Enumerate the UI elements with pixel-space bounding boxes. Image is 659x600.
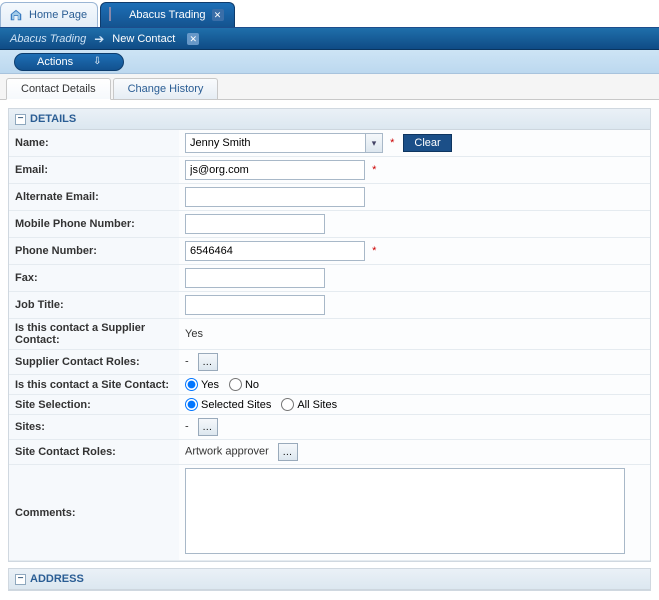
sub-tab-bar: Contact Details Change History: [0, 74, 659, 100]
section-address-title: ADDRESS: [30, 573, 84, 585]
name-dropdown-button[interactable]: ▾: [365, 133, 383, 153]
clear-button[interactable]: Clear: [403, 134, 451, 152]
tab-contact-details[interactable]: Contact Details: [6, 78, 111, 100]
fax-input[interactable]: [185, 268, 325, 288]
label-job-title: Job Title:: [9, 292, 179, 319]
radio-site-contact-no[interactable]: [229, 378, 242, 391]
actions-button[interactable]: Actions ⇩: [14, 53, 124, 71]
radio-site-contact-yes[interactable]: [185, 378, 198, 391]
tab-change-history[interactable]: Change History: [113, 78, 219, 99]
label-supplier-roles: Supplier Contact Roles:: [9, 350, 179, 375]
required-star: *: [390, 137, 394, 149]
label-alt-email: Alternate Email:: [9, 184, 179, 211]
alt-email-input[interactable]: [185, 187, 365, 207]
label-is-supplier-contact: Is this contact a Supplier Contact:: [9, 319, 179, 350]
radio-selected-sites[interactable]: [185, 398, 198, 411]
close-icon[interactable]: ✕: [212, 9, 224, 21]
mobile-input[interactable]: [185, 214, 325, 234]
actions-bar: Actions ⇩: [0, 50, 659, 74]
job-title-input[interactable]: [185, 295, 325, 315]
section-address: − ADDRESS: [8, 568, 651, 591]
label-email: Email:: [9, 157, 179, 184]
supplier-roles-value: -: [185, 356, 189, 368]
details-form: Name: ▾ * Clear Email: * Alternate Email…: [9, 130, 650, 561]
site-selection-radio-group: Selected Sites All Sites: [185, 398, 644, 411]
breadcrumb-root[interactable]: Abacus Trading: [10, 33, 86, 45]
name-dropdown: ▾: [185, 133, 383, 153]
tab-abacus-trading[interactable]: Abacus Trading ✕: [100, 2, 234, 27]
required-star: *: [372, 245, 376, 257]
label-site-selection: Site Selection:: [9, 395, 179, 415]
supplier-roles-lookup-button[interactable]: …: [198, 353, 218, 371]
label-site-contact-roles: Site Contact Roles:: [9, 440, 179, 465]
label-is-site-contact: Is this contact a Site Contact:: [9, 375, 179, 395]
section-details-header: − DETAILS: [9, 109, 650, 130]
tab-home[interactable]: Home Page: [0, 2, 98, 27]
radio-all-sites[interactable]: [281, 398, 294, 411]
email-input[interactable]: [185, 160, 365, 180]
tab-active-label: Abacus Trading: [129, 9, 205, 21]
breadcrumb-current: New Contact: [112, 33, 175, 45]
required-star: *: [372, 164, 376, 176]
document-icon: [109, 8, 123, 22]
collapse-icon[interactable]: −: [15, 114, 26, 125]
actions-label: Actions: [37, 56, 73, 68]
sites-lookup-button[interactable]: …: [198, 418, 218, 436]
phone-input[interactable]: [185, 241, 365, 261]
label-phone: Phone Number:: [9, 238, 179, 265]
sites-value: -: [185, 421, 189, 433]
label-mobile: Mobile Phone Number:: [9, 211, 179, 238]
site-contact-roles-value: Artwork approver: [185, 446, 269, 458]
breadcrumb: Abacus Trading ➔ New Contact ✕: [0, 28, 659, 50]
home-icon: [9, 8, 23, 22]
label-fax: Fax:: [9, 265, 179, 292]
label-name: Name:: [9, 130, 179, 157]
breadcrumb-close-icon[interactable]: ✕: [187, 33, 199, 45]
label-sites: Sites:: [9, 415, 179, 440]
collapse-icon[interactable]: −: [15, 574, 26, 585]
site-contact-radio-group: Yes No: [185, 378, 644, 391]
tab-home-label: Home Page: [29, 9, 87, 21]
chevron-down-icon: ⇩: [93, 56, 101, 67]
comments-textarea[interactable]: [185, 468, 625, 554]
is-supplier-contact-value: Yes: [185, 328, 203, 340]
breadcrumb-arrow-icon: ➔: [94, 32, 104, 46]
section-address-header: − ADDRESS: [9, 569, 650, 590]
section-details: − DETAILS Name: ▾ * Clear Email: * Alter…: [8, 108, 651, 562]
label-comments: Comments:: [9, 465, 179, 561]
top-tab-bar: Home Page Abacus Trading ✕: [0, 0, 659, 28]
site-contact-roles-lookup-button[interactable]: …: [278, 443, 298, 461]
name-input[interactable]: [185, 133, 365, 153]
section-details-title: DETAILS: [30, 113, 76, 125]
